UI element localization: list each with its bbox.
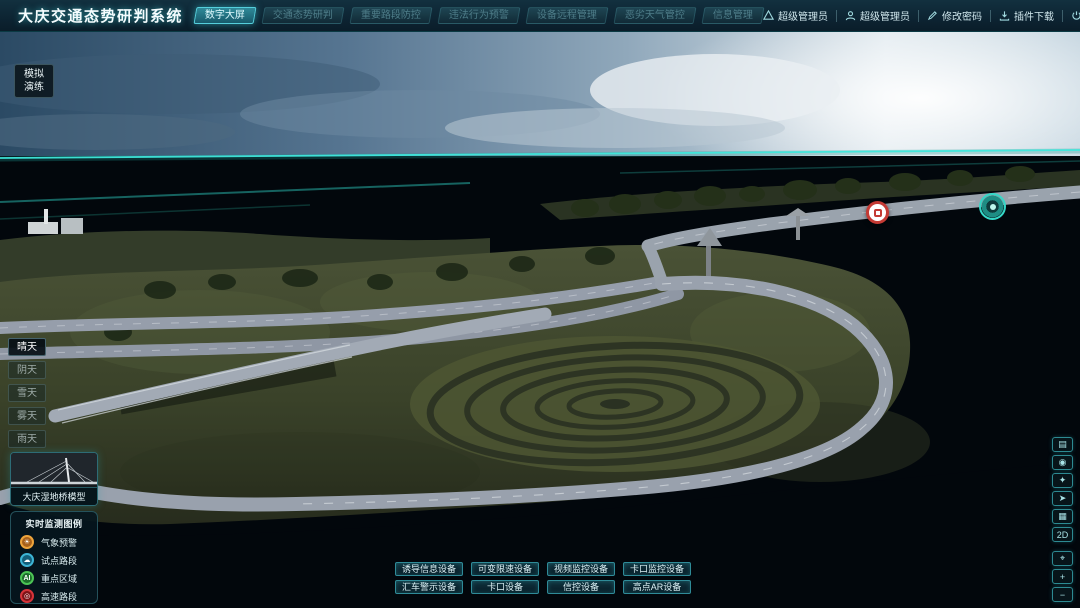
- camera-dot-icon: [990, 204, 996, 210]
- divider: [836, 10, 837, 22]
- signal-control-device-button[interactable]: 信控设备: [547, 580, 615, 594]
- cursor-icon: ➤: [1059, 493, 1067, 504]
- divider: [1062, 10, 1063, 22]
- legend-label: 重点区域: [41, 572, 77, 585]
- weather-option-overcast[interactable]: 阴天: [8, 361, 46, 379]
- video-monitor-device-button[interactable]: 视频监控设备: [547, 562, 615, 576]
- tab-traffic-analysis[interactable]: 交通态势研判: [262, 7, 345, 24]
- weather-option-sunny[interactable]: 晴天: [8, 338, 46, 356]
- guidance-info-device-button[interactable]: 诱导信息设备: [395, 562, 463, 576]
- checkpoint-device-button[interactable]: 卡口设备: [471, 580, 539, 594]
- role-label: 超级管理员: [778, 8, 828, 23]
- tab-label: 重要路段防控: [361, 8, 421, 24]
- measure-button[interactable]: ⌖: [1052, 551, 1073, 566]
- highway-icon: ◎: [20, 589, 34, 603]
- camera-marker[interactable]: [979, 193, 1006, 220]
- location-icon: ◉: [1059, 457, 1067, 468]
- ai-area-icon: AI: [20, 571, 34, 585]
- compass-icon: ✦: [1059, 475, 1067, 486]
- weather-option-fog[interactable]: 雾天: [8, 407, 46, 425]
- simulation-drill-button[interactable]: 模拟 演练: [14, 64, 54, 98]
- checkpoint-marker[interactable]: [866, 201, 889, 224]
- grid-button[interactable]: ▦: [1052, 509, 1073, 524]
- bridge-model-caption: 大庆湿地桥模型: [11, 487, 97, 505]
- legend-item-key-area[interactable]: AI 重点区域: [11, 569, 97, 587]
- device-button-panel: 诱导信息设备 可变限速设备 视频监控设备 卡口监控设备 汇车警示设备 卡口设备 …: [395, 562, 691, 594]
- logout-button[interactable]: 退出: [1071, 8, 1080, 23]
- monitoring-legend: 实时监测图例 ☀ 气象预警 ☁ 试点路段 AI 重点区域 ◎ 高速路段: [10, 511, 98, 604]
- cursor-button[interactable]: ➤: [1052, 491, 1073, 506]
- plus-icon: +: [1060, 572, 1065, 582]
- plugin-download-label: 插件下载: [1014, 8, 1054, 23]
- tab-info-management[interactable]: 信息管理: [702, 7, 765, 24]
- weather-option-rain[interactable]: 雨天: [8, 430, 46, 448]
- traffic-dashboard: { "app": { "title": "大庆交通态势研判系统" }, "hea…: [0, 0, 1080, 608]
- user-menu: 超级管理员 超级管理员 修改密码 插件下载 退出: [763, 8, 1080, 23]
- divider: [990, 10, 991, 22]
- tab-label: 设备远程管理: [537, 8, 597, 24]
- power-icon: [1071, 10, 1080, 21]
- tab-key-road-control[interactable]: 重要路段防控: [350, 7, 433, 24]
- download-icon: [999, 10, 1010, 21]
- change-password-button[interactable]: 修改密码: [927, 8, 982, 23]
- map-3d-scene[interactable]: [0, 32, 1080, 608]
- legend-item-highway[interactable]: ◎ 高速路段: [11, 587, 97, 605]
- checkpoint-monitor-device-button[interactable]: 卡口监控设备: [623, 562, 691, 576]
- merge-warning-device-button[interactable]: 汇车警示设备: [395, 580, 463, 594]
- legend-label: 气象预警: [41, 536, 77, 549]
- app-title: 大庆交通态势研判系统: [18, 5, 183, 26]
- checkpoint-sign-icon: [874, 209, 882, 217]
- variable-speed-device-button[interactable]: 可变限速设备: [471, 562, 539, 576]
- nav-tabs: 数字大屏 交通态势研判 重要路段防控 违法行为预警 设备远程管理 恶劣天气管控 …: [195, 7, 763, 24]
- tab-label: 交通态势研判: [273, 8, 333, 24]
- legend-item-pilot-road[interactable]: ☁ 试点路段: [11, 551, 97, 569]
- pilot-road-icon: ☁: [20, 553, 34, 567]
- plugin-download-button[interactable]: 插件下载: [999, 8, 1054, 23]
- weather-option-snow[interactable]: 雪天: [8, 384, 46, 402]
- map-toolbar: ▤ ◉ ✦ ➤ ▦ 2D ⌖ + −: [1052, 437, 1073, 602]
- tab-device-management[interactable]: 设备远程管理: [526, 7, 609, 24]
- building-button[interactable]: ▤: [1052, 437, 1073, 452]
- weather-selector: 晴天 阴天 雪天 雾天 雨天: [8, 338, 46, 448]
- zoom-out-button[interactable]: −: [1052, 587, 1073, 602]
- tab-digital-screen[interactable]: 数字大屏: [194, 7, 257, 24]
- legend-label: 高速路段: [41, 590, 77, 603]
- legend-label: 试点路段: [41, 554, 77, 567]
- tab-label: 信息管理: [713, 8, 753, 24]
- bridge-model-card[interactable]: 大庆湿地桥模型: [10, 452, 98, 506]
- zoom-in-button[interactable]: +: [1052, 569, 1073, 584]
- tab-weather-control[interactable]: 恶劣天气管控: [614, 7, 697, 24]
- user-icon: [845, 10, 856, 21]
- sim-line2: 演练: [15, 81, 53, 94]
- role-icon: [763, 10, 774, 21]
- tab-label: 恶劣天气管控: [625, 8, 685, 24]
- grid-icon: ▦: [1058, 511, 1067, 522]
- username-label: 超级管理员: [860, 8, 910, 23]
- location-button[interactable]: ◉: [1052, 455, 1073, 470]
- measure-icon: ⌖: [1060, 553, 1065, 564]
- tab-violation-warning[interactable]: 违法行为预警: [438, 7, 521, 24]
- highpoint-ar-device-button[interactable]: 高点AR设备: [623, 580, 691, 594]
- username-item[interactable]: 超级管理员: [845, 8, 910, 23]
- tab-label: 违法行为预警: [449, 8, 509, 24]
- sim-line1: 模拟: [15, 68, 53, 81]
- tab-label: 数字大屏: [205, 8, 245, 24]
- divider: [918, 10, 919, 22]
- legend-item-weather-warning[interactable]: ☀ 气象预警: [11, 533, 97, 551]
- pencil-icon: [927, 10, 938, 21]
- mode-2d-label: 2D: [1057, 530, 1069, 540]
- legend-title: 实时监测图例: [11, 517, 97, 530]
- header-bar: 大庆交通态势研判系统 数字大屏 交通态势研判 重要路段防控 违法行为预警 设备远…: [0, 0, 1080, 32]
- change-password-label: 修改密码: [942, 8, 982, 23]
- mode-2d-button[interactable]: 2D: [1052, 527, 1073, 542]
- role-badge[interactable]: 超级管理员: [763, 8, 828, 23]
- minus-icon: −: [1060, 590, 1065, 600]
- building-icon: ▤: [1058, 439, 1067, 450]
- compass-button[interactable]: ✦: [1052, 473, 1073, 488]
- weather-warning-icon: ☀: [20, 535, 34, 549]
